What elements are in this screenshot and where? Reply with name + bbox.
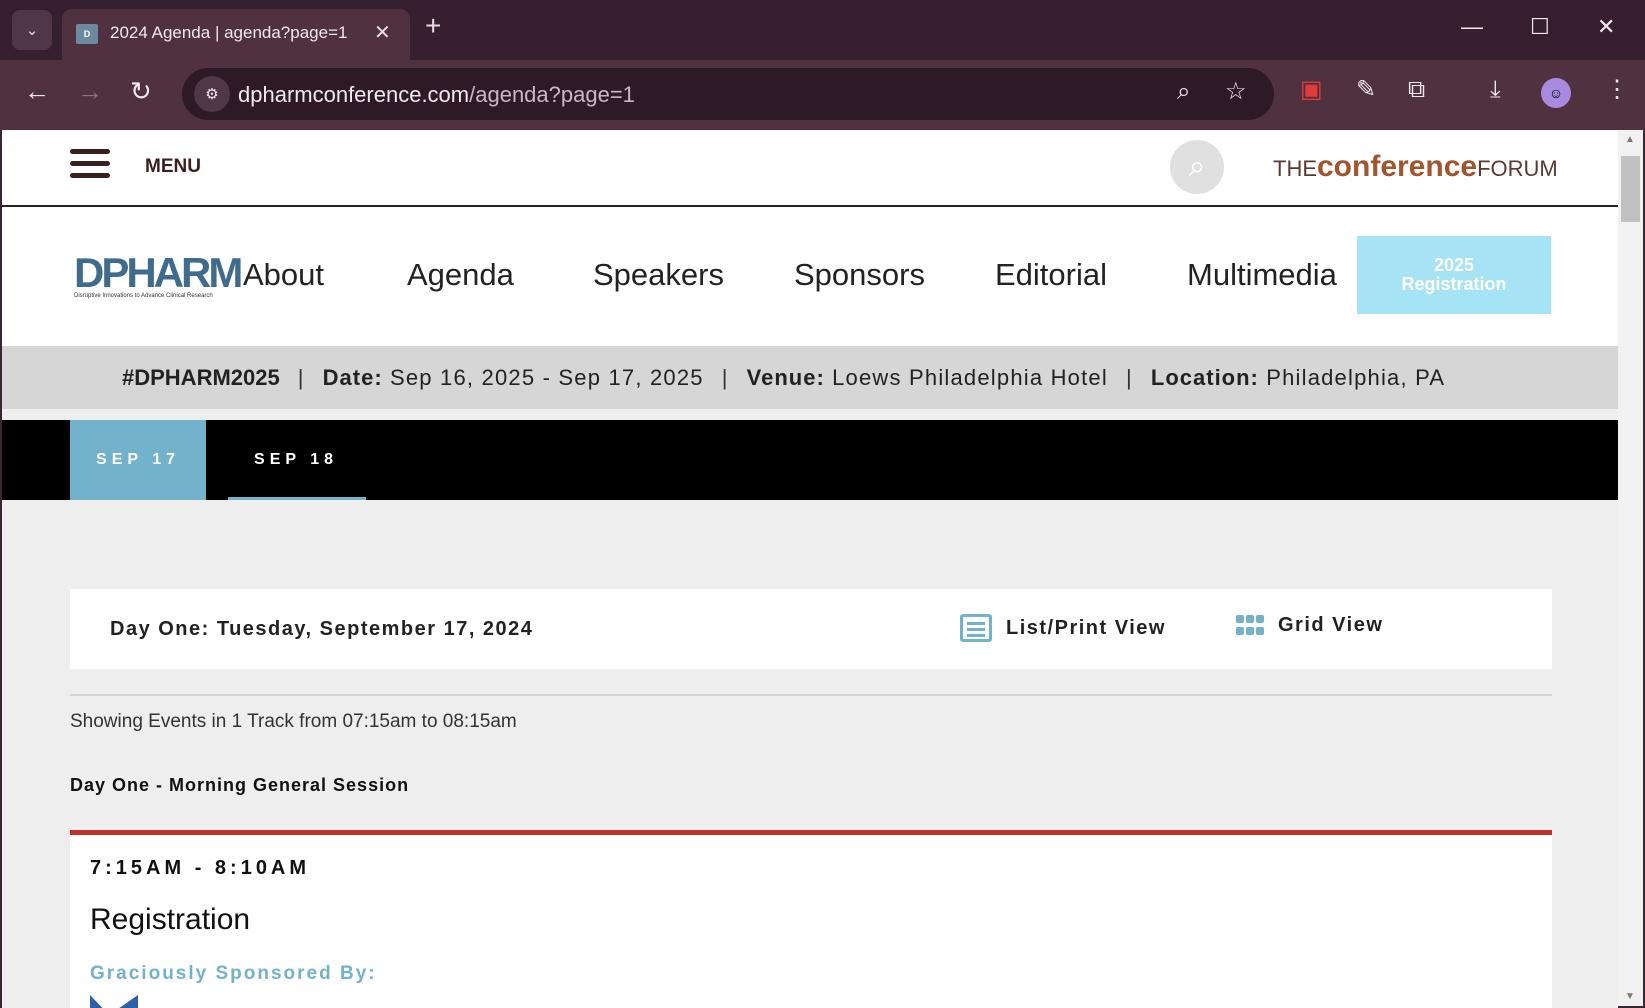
window-close-icon[interactable]: ✕ <box>1597 14 1615 40</box>
scroll-down-icon[interactable]: ▼ <box>1625 991 1635 1002</box>
session-title: Day One - Morning General Session <box>70 775 410 795</box>
site-favicon: D <box>76 24 98 44</box>
nav-sponsors[interactable]: Sponsors <box>794 257 925 293</box>
location-label: Location: <box>1150 365 1259 390</box>
url-text[interactable]: dpharmconference.com/agenda?page=1 <box>238 82 635 108</box>
tab-title: 2024 Agenda | agenda?page=1 <box>110 23 348 42</box>
site-info-icon[interactable]: ⚙ <box>194 76 230 112</box>
nav-editorial[interactable]: Editorial <box>995 257 1107 293</box>
browser-tab[interactable]: D 2024 Agenda | agenda?page=1 ✕ <box>62 9 410 60</box>
scroll-up-icon[interactable]: ▲ <box>1625 134 1635 145</box>
tab-search-button[interactable]: ⌄ <box>12 10 52 50</box>
registration-button[interactable]: 2025 Registration <box>1357 236 1551 314</box>
more-menu-icon[interactable]: ⋮ <box>1605 78 1629 102</box>
venue-label: Venue: <box>746 365 825 390</box>
list-icon <box>960 614 992 642</box>
browser-tab-strip: ⌄ D 2024 Agenda | agenda?page=1 ✕ + — ☐ … <box>0 0 1645 60</box>
day-title: Day One: Tuesday, September 17, 2024 <box>110 618 534 640</box>
location-value: Philadelphia, PA <box>1266 365 1446 390</box>
event-info-bar: #DPHARM2025 | Date: Sep 16, 2025 - Sep 17,… <box>2 346 1618 409</box>
date-label: Date: <box>322 365 383 390</box>
date-tab-bar: SEP 17 SEP 18 <box>2 420 1618 500</box>
grid-view-button[interactable]: Grid View <box>1236 614 1383 637</box>
event-name[interactable]: Registration <box>90 903 250 937</box>
hamburger-menu-icon[interactable] <box>70 149 110 179</box>
pocket-extension-icon[interactable]: ▣ <box>1300 78 1323 102</box>
tab-sep-17[interactable]: SEP 17 <box>70 420 206 500</box>
dpharm-logo[interactable]: DPHARM Disruptive Innovations to Advance… <box>74 252 243 300</box>
zoom-icon[interactable]: ⌕ <box>1177 80 1190 104</box>
download-icon[interactable]: ⤓ <box>1490 78 1501 102</box>
browser-toolbar: ← → ↻ ⚙ dpharmconference.com/agenda?page… <box>0 60 1645 130</box>
event-hashtag: #DPHARM2025 <box>122 365 280 390</box>
main-navigation: DPHARM Disruptive Innovations to Advance… <box>2 207 1618 346</box>
sponsor-logo[interactable] <box>90 995 138 1008</box>
showing-events-text: Showing Events in 1 Track from 07:15am t… <box>70 711 517 732</box>
nav-multimedia[interactable]: Multimedia <box>1187 257 1337 293</box>
event-time: 7:15AM - 8:10AM <box>90 857 311 879</box>
nav-agenda[interactable]: Agenda <box>407 257 514 293</box>
site-top-bar: MENU ⌕ THEconferenceFORUM <box>2 130 1618 207</box>
web-page: MENU ⌕ THEconferenceFORUM DPHARM Disrupt… <box>2 130 1618 1008</box>
minimize-icon[interactable]: — <box>1461 14 1483 40</box>
new-tab-icon[interactable]: + <box>425 12 441 40</box>
venue-value: Loews Philadelphia Hotel <box>832 365 1108 390</box>
scrollbar-thumb[interactable] <box>1621 156 1640 222</box>
divider <box>70 694 1552 696</box>
grid-icon <box>1236 614 1264 637</box>
nav-speakers[interactable]: Speakers <box>593 257 724 293</box>
reload-icon[interactable]: ↻ <box>130 78 152 104</box>
maximize-icon[interactable]: ☐ <box>1530 14 1550 40</box>
date-value: Sep 16, 2025 - Sep 17, 2025 <box>389 365 704 390</box>
profile-avatar[interactable]: ☺ <box>1541 78 1571 108</box>
close-icon[interactable]: ✕ <box>374 20 391 45</box>
sponsor-label: Graciously Sponsored By: <box>90 963 377 984</box>
list-print-view-button[interactable]: List/Print View <box>960 614 1166 642</box>
conference-forum-logo[interactable]: THEconferenceFORUM <box>1273 150 1558 184</box>
forward-arrow-icon[interactable]: → <box>77 78 103 104</box>
star-icon[interactable]: ☆ <box>1225 80 1247 104</box>
address-bar[interactable]: ⚙ dpharmconference.com/agenda?page=1 ⌕ ☆ <box>182 68 1274 120</box>
extensions-puzzle-icon[interactable]: ⧉ <box>1408 78 1425 102</box>
eyedropper-icon[interactable]: ✎ <box>1356 78 1376 102</box>
tab-sep-18[interactable]: SEP 18 <box>228 420 364 500</box>
menu-label[interactable]: MENU <box>145 156 201 178</box>
day-header-card: Day One: Tuesday, September 17, 2024 Lis… <box>70 589 1552 669</box>
page-scrollbar[interactable]: ▲ ▼ <box>1618 130 1643 1006</box>
event-card[interactable]: 7:15AM - 8:10AM Registration Graciously … <box>70 830 1552 1008</box>
nav-about[interactable]: About <box>243 257 324 293</box>
search-icon[interactable]: ⌕ <box>1170 140 1224 194</box>
tab-underline <box>228 497 366 500</box>
chevron-down-icon: ⌄ <box>25 22 39 39</box>
back-arrow-icon[interactable]: ← <box>24 78 50 104</box>
